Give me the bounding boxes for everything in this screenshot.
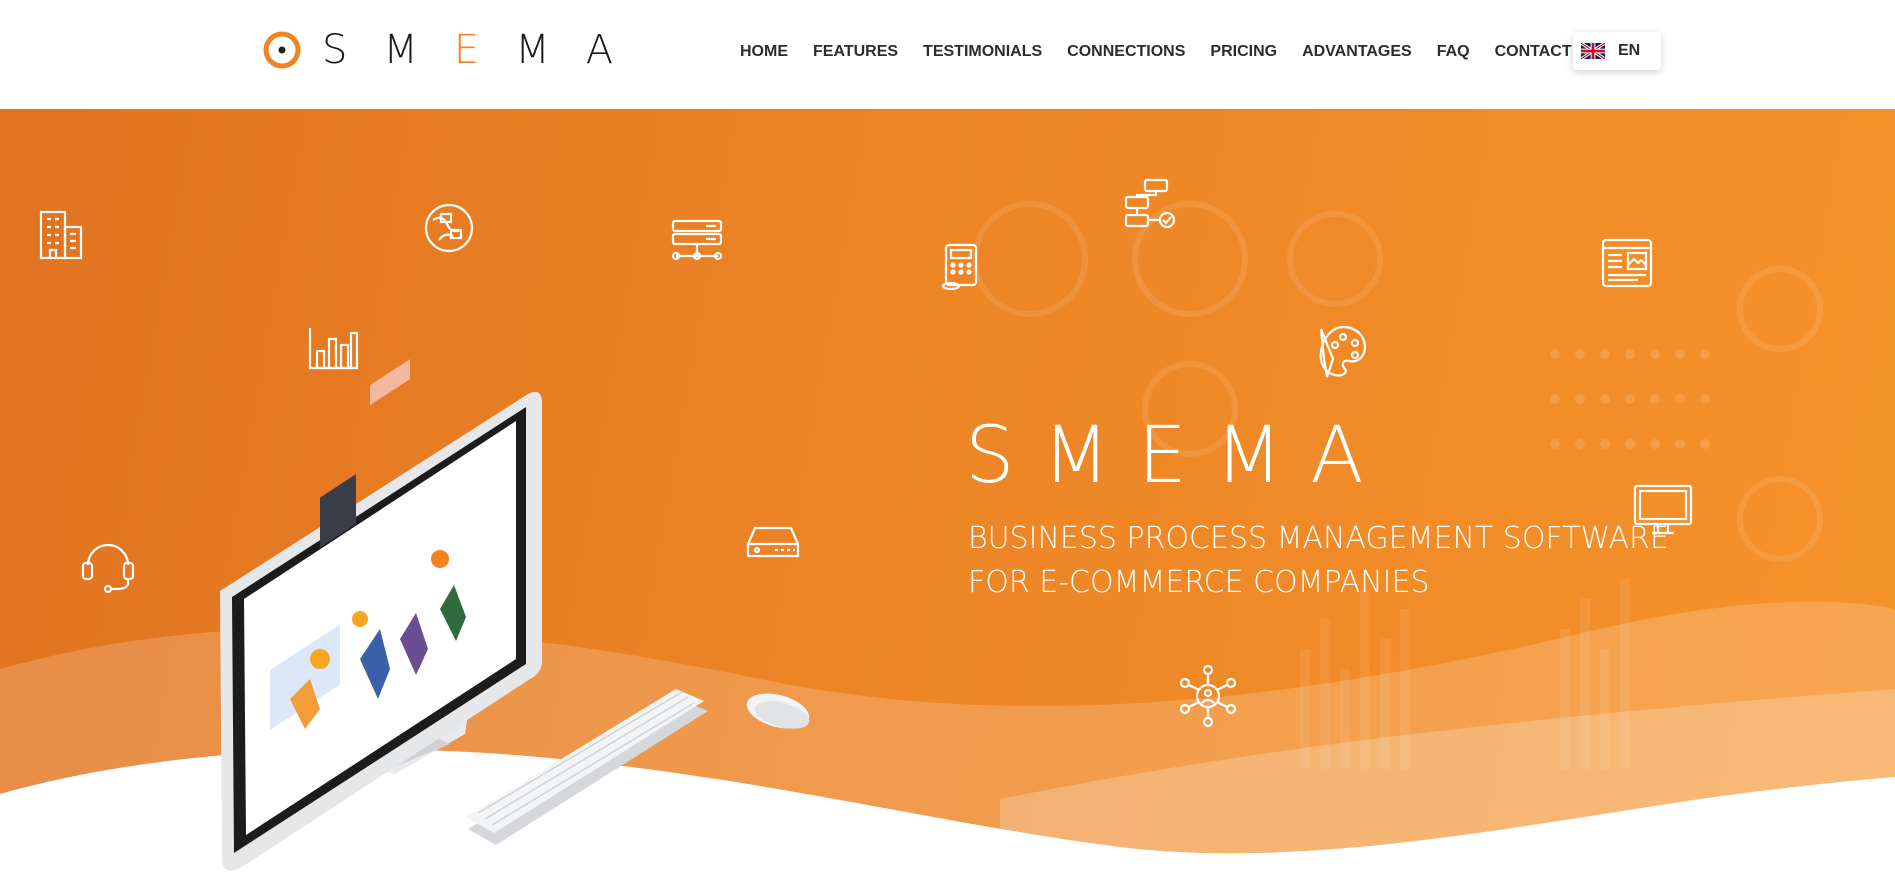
logo[interactable]: SMEMA (262, 30, 649, 70)
hero-subtitle: BUSINESS PROCESS MANAGEMENT SOFTWARE FOR… (968, 517, 1688, 605)
nav-testimonials[interactable]: TESTIMONIALS (923, 43, 1042, 61)
web-layout-icon (1600, 237, 1654, 289)
building-icon (38, 209, 84, 261)
computer-illustration (220, 359, 810, 871)
globe-network-icon (423, 202, 475, 254)
circle-target-icon (263, 31, 301, 69)
calculator-icon (941, 242, 981, 292)
headset-icon (80, 535, 136, 593)
flowchart-icon (1123, 177, 1177, 231)
nav-features[interactable]: FEATURES (813, 43, 898, 61)
hero-subtitle-line2: FOR E-COMMERCE COMPANIES (968, 565, 1430, 600)
site-header: SMEMA HOME FEATURES TESTIMONIALS CONNECT… (0, 0, 1895, 109)
network-hub-icon (1180, 665, 1236, 727)
logo-text-part-3: MA (515, 27, 650, 73)
nav-home[interactable]: HOME (740, 43, 788, 61)
nav-contact[interactable]: CONTACT (1495, 43, 1572, 61)
logo-text: SMEMA (322, 30, 649, 70)
hero-section: SMEMA BUSINESS PROCESS MANAGEMENT SOFTWA… (0, 109, 1895, 886)
nav-pricing[interactable]: PRICING (1210, 43, 1277, 61)
hero-title: SMEMA (965, 411, 1392, 501)
nav-advantages[interactable]: ADVANTAGES (1302, 43, 1412, 61)
palette-icon (1313, 319, 1369, 381)
language-label: EN (1618, 42, 1641, 59)
server-network-icon (670, 219, 724, 265)
language-selector[interactable]: EN (1573, 32, 1661, 70)
logo-text-accent: E (453, 27, 516, 73)
nav-faq[interactable]: FAQ (1437, 43, 1470, 61)
main-nav: HOME FEATURES TESTIMONIALS CONNECTIONS P… (740, 0, 1572, 103)
hero-subtitle-line1: BUSINESS PROCESS MANAGEMENT SOFTWARE (968, 521, 1669, 556)
nav-connections[interactable]: CONNECTIONS (1067, 43, 1185, 61)
logo-text-part-1: SM (322, 27, 454, 73)
uk-flag-icon (1581, 43, 1605, 59)
